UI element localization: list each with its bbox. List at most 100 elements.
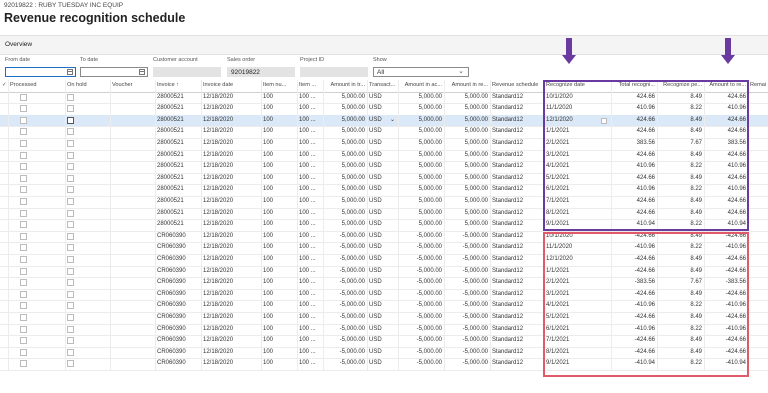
column-header-currency[interactable]: Transact... [367, 80, 398, 92]
cell-invoice: 28000521 [157, 105, 184, 112]
column-divider[interactable] [65, 80, 66, 92]
on-hold-checkbox[interactable] [67, 221, 74, 229]
processed-checkbox[interactable] [20, 279, 27, 287]
cell-revenue-schedule[interactable]: Standard12 [490, 115, 544, 127]
column-header-invoice[interactable]: Invoice ↑ [155, 80, 201, 92]
cell-invoice-date: 12/18/2020 [203, 337, 234, 344]
on-hold-checkbox[interactable] [67, 186, 74, 194]
processed-checkbox[interactable] [20, 209, 27, 217]
column-header-on-hold[interactable]: On hold [65, 80, 110, 92]
on-hold-checkbox[interactable] [67, 209, 74, 217]
cell-divider [367, 358, 368, 370]
cell-amount-transaction: -5,000.00 [339, 290, 365, 297]
on-hold-checkbox[interactable] [67, 244, 74, 252]
on-hold-checkbox[interactable] [67, 314, 74, 321]
cell-divider [444, 254, 445, 266]
cell-amount-transaction: -5,000.00 [339, 337, 365, 344]
column-divider[interactable] [490, 80, 491, 92]
column-header-revenue-schedule[interactable]: Revenue schedule [490, 80, 544, 92]
cell-amount-reporting[interactable]: 5,000.00 [444, 115, 490, 127]
on-hold-checkbox[interactable] [67, 151, 74, 159]
processed-checkbox[interactable] [20, 302, 27, 310]
cell-divider [367, 265, 368, 278]
processed-checkbox[interactable] [20, 348, 27, 356]
cell-amount-accounting[interactable]: 5,000.00 [398, 115, 444, 127]
from-date-field[interactable] [5, 67, 76, 77]
on-hold-checkbox[interactable] [67, 279, 74, 287]
cell-invoice-date[interactable]: 12/18/2020 [201, 115, 261, 127]
processed-checkbox[interactable] [20, 232, 27, 240]
column-header-amount-accounting[interactable]: Amount in ac... [398, 80, 444, 92]
cell-amount-transaction[interactable]: 5,000.00 [323, 115, 367, 127]
column-divider[interactable] [155, 80, 156, 92]
on-hold-checkbox[interactable] [67, 360, 74, 368]
processed-checkbox[interactable] [20, 128, 27, 136]
processed-checkbox[interactable] [20, 244, 27, 252]
cell-item-number[interactable]: 100 [261, 115, 297, 127]
overview-section-header[interactable]: Overview [0, 35, 768, 55]
processed-checkbox[interactable] [20, 290, 27, 298]
column-header-amount-transaction[interactable]: Amount in tr... [323, 80, 367, 92]
on-hold-checkbox[interactable] [67, 93, 74, 101]
cell-invoice: 28000521 [157, 163, 184, 170]
on-hold-checkbox[interactable] [67, 198, 74, 205]
on-hold-checkbox[interactable] [67, 348, 74, 356]
on-hold-checkbox[interactable] [67, 128, 74, 136]
column-header-voucher[interactable]: Voucher [110, 80, 155, 92]
column-divider[interactable] [8, 80, 9, 92]
processed-checkbox[interactable] [20, 151, 27, 159]
column-header-item-number[interactable]: Item nu... [261, 80, 297, 92]
processed-checkbox[interactable] [20, 163, 27, 171]
column-header-invoice-date[interactable]: Invoice date [201, 80, 261, 92]
to-date-field[interactable] [80, 67, 148, 77]
column-divider[interactable] [297, 80, 298, 92]
cell-item: 100 ... [299, 337, 316, 344]
on-hold-checkbox[interactable] [67, 302, 74, 310]
on-hold-checkbox[interactable] [67, 232, 74, 240]
on-hold-checkbox[interactable] [67, 140, 74, 147]
processed-checkbox[interactable] [20, 267, 27, 275]
column-header-remaining[interactable]: Remai [748, 80, 768, 92]
processed-checkbox[interactable] [20, 140, 27, 147]
column-divider[interactable] [444, 80, 445, 92]
on-hold-checkbox[interactable] [67, 290, 74, 298]
column-divider[interactable] [367, 80, 368, 92]
cell-amount-reporting: 5,000.00 [464, 186, 488, 193]
processed-checkbox[interactable] [20, 198, 27, 205]
on-hold-checkbox[interactable] [67, 163, 74, 171]
cell-item[interactable]: 100 ... [297, 115, 323, 127]
currency-chevron-down-icon[interactable]: ⌄ [390, 116, 395, 123]
processed-checkbox[interactable] [20, 174, 27, 182]
on-hold-checkbox[interactable] [67, 105, 74, 113]
processed-checkbox[interactable] [20, 116, 27, 124]
column-divider[interactable] [110, 80, 111, 92]
column-divider[interactable] [398, 80, 399, 92]
column-header-processed[interactable]: Processed [8, 80, 65, 92]
processed-checkbox[interactable] [20, 93, 27, 101]
calendar-icon[interactable] [139, 69, 145, 75]
processed-checkbox[interactable] [20, 325, 27, 333]
column-divider[interactable] [261, 80, 262, 92]
processed-checkbox[interactable] [20, 105, 27, 113]
column-divider[interactable] [323, 80, 324, 92]
column-header-amount-reporting[interactable]: Amount in re... [444, 80, 490, 92]
on-hold-checkbox[interactable] [67, 116, 74, 124]
processed-checkbox[interactable] [20, 337, 27, 345]
cell-invoice[interactable]: 28000521 [155, 115, 201, 127]
processed-checkbox[interactable] [20, 314, 27, 321]
processed-checkbox[interactable] [20, 360, 27, 368]
processed-checkbox[interactable] [20, 256, 27, 263]
calendar-icon[interactable] [67, 69, 73, 75]
on-hold-checkbox[interactable] [67, 337, 74, 345]
cell-item-number: 100 [263, 325, 274, 332]
on-hold-checkbox[interactable] [67, 174, 74, 182]
on-hold-checkbox[interactable] [67, 256, 74, 263]
show-select[interactable]: All ⌄ [373, 67, 469, 77]
on-hold-checkbox[interactable] [67, 325, 74, 333]
processed-checkbox[interactable] [20, 221, 27, 229]
column-header-item[interactable]: Item ... [297, 80, 323, 92]
on-hold-checkbox[interactable] [67, 267, 74, 275]
select-all-checkmark-icon[interactable]: ✓ [0, 80, 8, 92]
column-divider[interactable] [201, 80, 202, 92]
processed-checkbox[interactable] [20, 186, 27, 194]
